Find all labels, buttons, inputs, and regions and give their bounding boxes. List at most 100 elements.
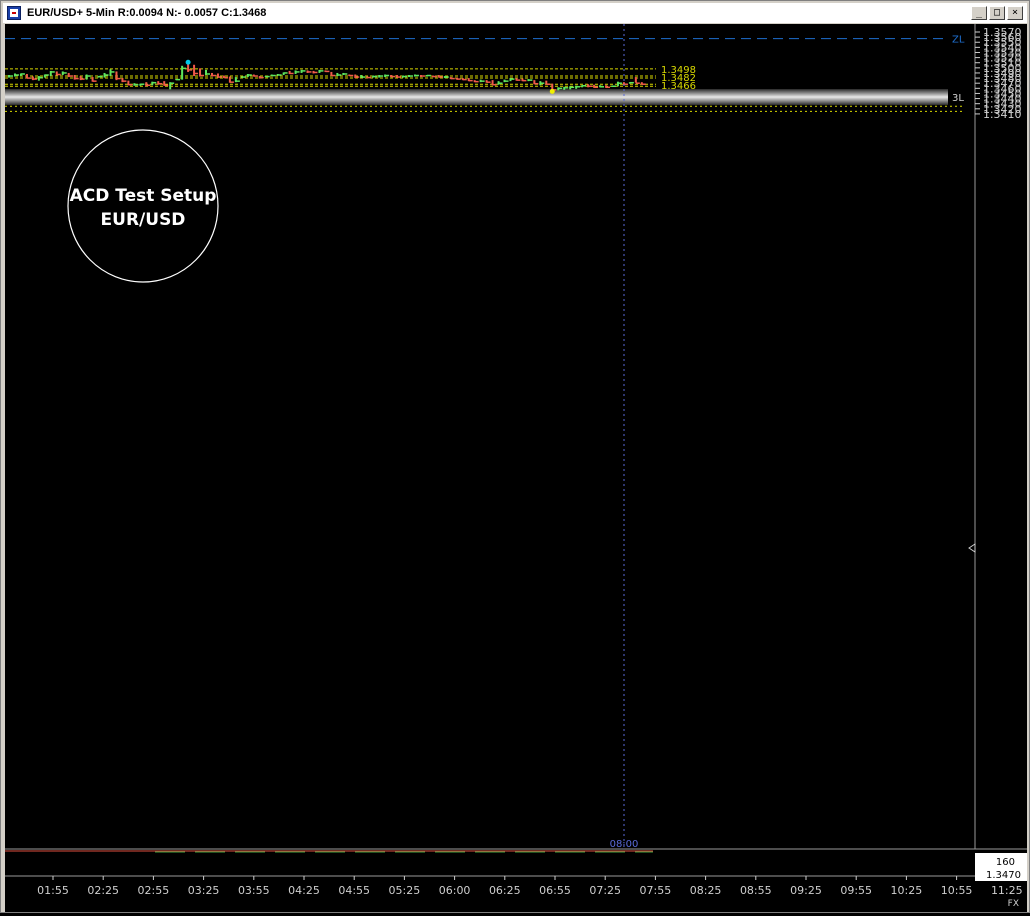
ohlc-bar (503, 79, 509, 83)
ohlc-bar (210, 72, 216, 77)
ohlc-bar (205, 69, 211, 76)
ohlc-bar (599, 85, 605, 88)
ohlc-bar (228, 76, 234, 83)
ohlc-bar (306, 70, 312, 73)
ohlc-bar (109, 69, 115, 77)
time-axis-label: 04:25 (288, 884, 320, 897)
window-title: EUR/USD+ 5-Min R:0.0094 N:- 0.0057 C:1.3… (27, 7, 267, 19)
ohlc-bar (622, 82, 628, 86)
current-price-arrow-icon (968, 543, 976, 553)
time-axis-label: 06:00 (439, 884, 471, 897)
time-axis-label: 08:25 (690, 884, 722, 897)
ohlc-bar (246, 73, 252, 78)
extreme-marker (549, 88, 555, 94)
annotation-line2: EUR/USD (101, 210, 186, 230)
price-chart[interactable]: ZL1.34981.34821.34661.34503L 1.35701.356… (5, 24, 1027, 912)
ohlc-bar (545, 80, 551, 85)
time-axis[interactable]: 01:55 02:25 02:55 03:25 03:55 04:25 04:55 05:25… (37, 876, 1023, 897)
cursor-time-label: 08:00 (610, 839, 639, 850)
price-axis[interactable]: 1.35701.35601.35501.35401.35301.35201.35… (975, 26, 1022, 121)
time-axis-label: 02:25 (87, 884, 119, 897)
ohlc-bar (640, 82, 646, 85)
ohlc-bar (300, 69, 306, 73)
ohlc-bar (97, 75, 103, 78)
ohlc-bar (127, 80, 133, 86)
ohlc-bar (515, 78, 521, 81)
ohlc-bar (85, 74, 91, 80)
ohlc-bar (581, 85, 587, 88)
ohlc-bar (342, 72, 348, 76)
time-axis-label: 06:25 (489, 884, 521, 897)
extreme-marker (185, 59, 191, 65)
ohlc-bar (294, 70, 300, 74)
time-axis-label: 01:55 (37, 884, 69, 897)
ohlc-bar (610, 85, 616, 88)
price-readout: 1.3470 (986, 870, 1021, 881)
level-label-3l: 3L (952, 93, 964, 104)
chart-area[interactable]: ZL1.34981.34821.34661.34503L 1.35701.356… (5, 24, 1027, 912)
ohlc-bar (145, 82, 151, 87)
ohlc-bar (348, 74, 354, 77)
ohlc-bar (318, 69, 324, 73)
ohlc-bar (216, 73, 222, 78)
ohlc-bar (175, 78, 181, 81)
ohlc-bar (276, 73, 282, 76)
ohlc-bar (569, 86, 575, 90)
ohlc-bar (193, 64, 199, 77)
price-axis-label: 1.3410 (983, 108, 1022, 121)
time-axis-label: 09:55 (840, 884, 872, 897)
time-axis-label: 05:25 (389, 884, 421, 897)
time-axis-label: 07:25 (589, 884, 621, 897)
ohlc-bar (67, 72, 73, 78)
volume-readout: 160 (996, 857, 1015, 868)
ohlc-bar (360, 75, 366, 78)
ohlc-bar (521, 78, 527, 82)
time-axis-label: 10:55 (941, 884, 973, 897)
ohlc-bar (121, 78, 127, 83)
chart-window: EUR/USD+ 5-Min R:0.0094 N:- 0.0057 C:1.3… (0, 0, 1030, 913)
ohlc-bar (199, 68, 205, 77)
ohlc-bar (491, 80, 497, 86)
ohlc-bar (282, 72, 288, 76)
time-axis-label: 03:25 (188, 884, 220, 897)
ohlc-bar (419, 75, 425, 78)
time-axis-label: 04:55 (338, 884, 370, 897)
ohlc-bar (366, 76, 372, 79)
time-axis-label: 09:25 (790, 884, 822, 897)
ohlc-bar (324, 70, 330, 73)
level-label-zl: ZL (952, 35, 965, 46)
ohlc-bar (372, 75, 378, 78)
ohlc-bar (485, 80, 491, 83)
maximize-button[interactable]: □ (989, 6, 1005, 20)
app-icon[interactable] (7, 6, 21, 20)
level-lines: ZL1.34981.34821.34661.34503L (5, 35, 965, 112)
annotation-circle[interactable]: ACD Test Setup EUR/USD (67, 129, 219, 283)
ohlc-bar (240, 76, 246, 78)
time-axis-label: 11:25 (991, 884, 1023, 897)
ohlc-bar (378, 75, 384, 78)
ohlc-bar (270, 74, 276, 77)
title-bar[interactable]: EUR/USD+ 5-Min R:0.0094 N:- 0.0057 C:1.3… (3, 3, 1027, 23)
ohlc-bar (181, 65, 187, 80)
ohlc-bar (473, 80, 479, 83)
minimize-button[interactable]: _ (971, 6, 987, 20)
ohlc-bar (384, 74, 390, 78)
ohlc-bar (163, 81, 169, 86)
time-axis-label: 07:55 (640, 884, 672, 897)
ohlc-bar (509, 78, 515, 82)
market-tag: FX (1008, 899, 1019, 909)
close-button[interactable]: × (1007, 6, 1023, 20)
annotation-line1: ACD Test Setup (70, 186, 217, 206)
ohlc-bar (575, 85, 581, 89)
ohlc-bar (8, 75, 13, 78)
level-band-3l (5, 89, 948, 106)
ohlc-bar (55, 71, 61, 76)
time-axis-label: 10:25 (891, 884, 923, 897)
ohlc-bar (49, 70, 55, 77)
time-axis-label: 06:55 (539, 884, 571, 897)
ohlc-bar (628, 81, 634, 84)
ohlc-bar (443, 76, 449, 79)
ohlc-bar (264, 75, 270, 78)
ohlc-bar (449, 77, 455, 80)
ohlc-bar (533, 80, 539, 85)
